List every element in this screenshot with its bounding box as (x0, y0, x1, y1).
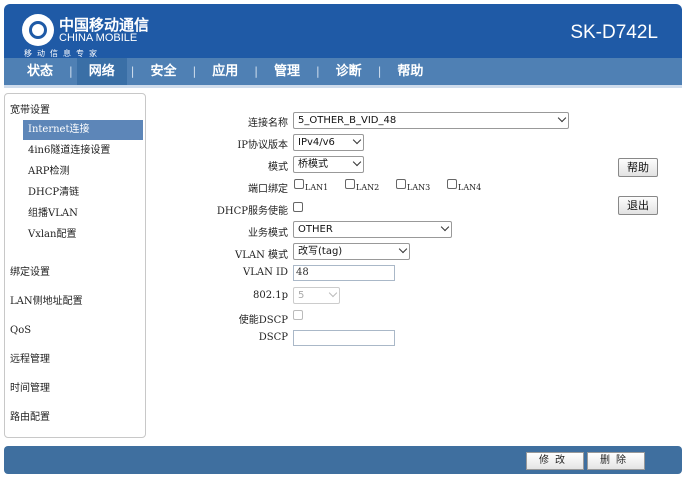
dot1p-select[interactable]: 5 (293, 287, 340, 304)
header-bar: 中国移动通信 CHINA MOBILE 移动信息专家 SK-D742L (4, 4, 682, 58)
dhcp-enable-checkbox[interactable] (293, 202, 303, 212)
sidebar-item-multicast-vlan[interactable]: 组播VLAN (23, 204, 143, 224)
modify-button[interactable]: 修改 (526, 452, 584, 470)
nav-tab-application[interactable]: 应用 (200, 58, 250, 85)
chevron-down-icon (352, 135, 362, 145)
sidebar-item-remote-mgmt[interactable]: 远程管理 (5, 345, 145, 374)
lan3-label: LAN3 (407, 183, 431, 192)
chevron-down-icon (440, 222, 450, 232)
nav-tab-diagnosis[interactable]: 诊断 (324, 58, 374, 85)
china-mobile-logo-icon (22, 14, 54, 46)
service-mode-label: 业务模式 (248, 228, 288, 239)
port-binding-label: 端口绑定 (248, 184, 288, 195)
lan2-checkbox[interactable] (345, 179, 355, 189)
vlan-id-label: VLAN ID (243, 267, 288, 278)
device-model: SK-D742L (570, 22, 658, 43)
vlan-mode-label: VLAN 模式 (234, 250, 288, 261)
sidebar-item-binding[interactable]: 绑定设置 (5, 258, 145, 287)
chevron-down-icon (557, 113, 567, 123)
lan2-label: LAN2 (356, 183, 380, 192)
lan1-label: LAN1 (305, 183, 329, 192)
chevron-down-icon (328, 288, 338, 298)
chevron-down-icon (398, 244, 408, 254)
mode-select[interactable]: 桥模式 (293, 156, 364, 173)
lan4-checkbox[interactable] (447, 179, 457, 189)
ip-version-select[interactable]: IPv4/v6 (293, 134, 364, 151)
dscp-enable-checkbox[interactable] (293, 310, 303, 320)
sidebar-item-routing[interactable]: 路由配置 (5, 403, 145, 432)
dot1p-label: 802.1p (252, 290, 288, 301)
vlan-id-input[interactable]: 48 (293, 265, 395, 281)
sidebar-item-lan-address[interactable]: LAN侧地址配置 (5, 287, 145, 316)
connection-name-label: 连接名称 (248, 118, 288, 129)
nav-tab-management[interactable]: 管理 (262, 58, 312, 85)
sidebar-item-dhcp[interactable]: DHCP清链 (23, 183, 143, 203)
china-mobile-logo: 中国移动通信 CHINA MOBILE 移动信息专家 (22, 12, 152, 58)
sidebar: 宽带设置 Internet连接 4in6隧道连接设置 ARP检测 DHCP清链 … (4, 93, 146, 438)
sidebar-item-arp-detect[interactable]: ARP检测 (23, 162, 143, 182)
nav-tab-security[interactable]: 安全 (138, 58, 188, 85)
dscp-enable-label: 使能DSCP (238, 315, 288, 326)
dhcp-enable-label: DHCP服务使能 (216, 206, 288, 217)
nav-tab-network[interactable]: 网络 (76, 58, 127, 85)
nav-separator: | (315, 65, 320, 78)
lan4-label: LAN4 (458, 183, 482, 192)
dscp-input[interactable] (293, 330, 395, 346)
lan3-checkbox[interactable] (396, 179, 406, 189)
sidebar-item-4in6-tunnel[interactable]: 4in6隧道连接设置 (23, 141, 143, 161)
delete-button[interactable]: 删除 (587, 452, 645, 470)
service-mode-value: OTHER (298, 224, 333, 235)
nav-separator: | (377, 65, 382, 78)
ip-version-value: IPv4/v6 (298, 137, 335, 148)
logo-en-text: CHINA MOBILE (59, 32, 138, 44)
chevron-down-icon (352, 157, 362, 167)
nav-separator: | (69, 65, 73, 78)
footer-bar: 修改 删除 (4, 446, 682, 474)
lan1-checkbox[interactable] (294, 179, 304, 189)
mode-value: 桥模式 (298, 159, 328, 170)
vlan-mode-select[interactable]: 改写(tag) (293, 243, 410, 260)
ip-version-label: IP协议版本 (237, 140, 288, 151)
sidebar-group-broadband[interactable]: 宽带设置 (5, 94, 145, 120)
main-nav: 状态 | 网络 | 安全 | 应用 | 管理 | 诊断 | 帮助 (4, 58, 682, 88)
vlan-mode-value: 改写(tag) (298, 246, 343, 257)
nav-tab-help[interactable]: 帮助 (385, 58, 435, 85)
help-button[interactable]: 帮助 (618, 158, 658, 177)
service-mode-select[interactable]: OTHER (293, 221, 452, 238)
mode-label: 模式 (268, 162, 288, 173)
nav-tab-status[interactable]: 状态 (15, 58, 65, 85)
sidebar-item-internet-connection[interactable]: Internet连接 (23, 120, 143, 140)
nav-separator: | (130, 65, 135, 78)
nav-separator: | (192, 65, 197, 78)
connection-name-value: 5_OTHER_B_VID_48 (298, 115, 397, 126)
connection-name-select[interactable]: 5_OTHER_B_VID_48 (293, 112, 569, 129)
sidebar-item-qos[interactable]: QoS (5, 316, 145, 345)
dot1p-value: 5 (298, 290, 305, 301)
dscp-label: DSCP (258, 332, 288, 343)
sidebar-item-time-mgmt[interactable]: 时间管理 (5, 374, 145, 403)
logout-button[interactable]: 退出 (618, 196, 658, 215)
sidebar-item-vxlan[interactable]: Vxlan配置 (23, 225, 143, 245)
nav-separator: | (254, 65, 258, 78)
